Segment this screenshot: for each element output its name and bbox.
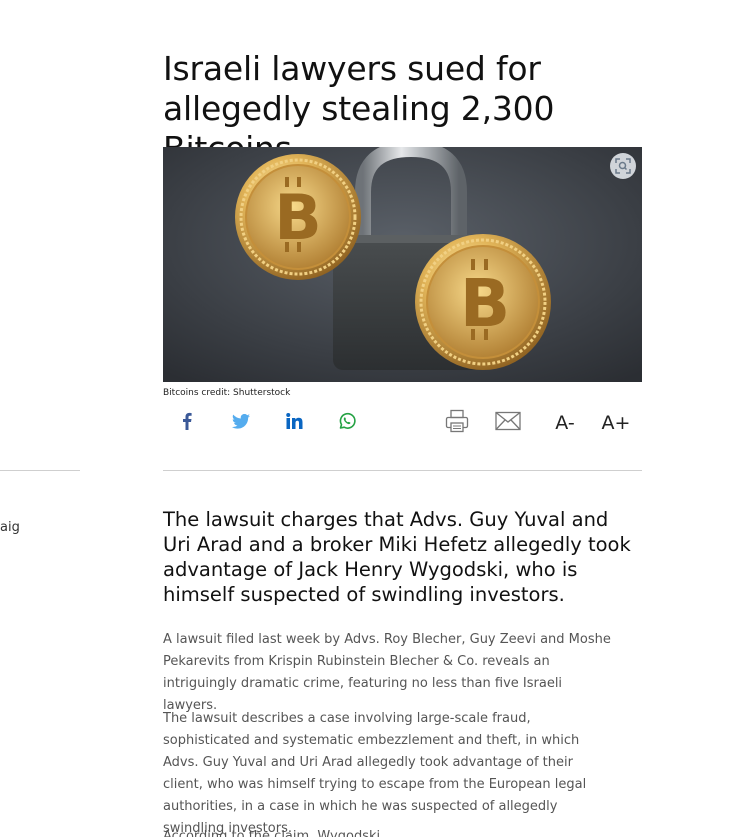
article-lead: The lawsuit charges that Advs. Guy Yuval… (163, 508, 631, 606)
image-zoom-button[interactable] (610, 153, 636, 179)
sidebar-divider (0, 470, 80, 471)
print-button[interactable] (445, 409, 469, 437)
whatsapp-icon (338, 412, 356, 434)
twitter-share-button[interactable] (231, 410, 251, 436)
article-paragraph: The lawsuit describes a case involving l… (163, 711, 587, 836)
content-divider (163, 470, 642, 471)
article-paragraph: According to the claim, Wygodski... (163, 829, 393, 837)
bitcoin-padlock-illustration: B B (163, 147, 642, 382)
facebook-share-button[interactable] (179, 410, 195, 436)
linkedin-icon (285, 413, 303, 433)
article-hero-image: B B (163, 147, 642, 382)
font-decrease-button[interactable]: A- (552, 410, 578, 436)
whatsapp-share-button[interactable] (337, 410, 357, 436)
image-caption: Bitcoins credit: Shutterstock (163, 388, 291, 398)
linkedin-share-button[interactable] (284, 410, 304, 436)
mail-icon (495, 411, 521, 435)
zoom-icon (615, 158, 631, 174)
font-increase-button[interactable]: A+ (600, 410, 632, 436)
facebook-icon (182, 412, 192, 434)
print-icon (445, 409, 469, 437)
sidebar-partial-text: aig (0, 520, 20, 535)
share-toolbar: A- A+ (163, 406, 642, 440)
email-share-button[interactable] (495, 410, 521, 436)
twitter-icon (232, 413, 250, 433)
article-paragraph: A lawsuit filed last week by Advs. Roy B… (163, 632, 611, 713)
